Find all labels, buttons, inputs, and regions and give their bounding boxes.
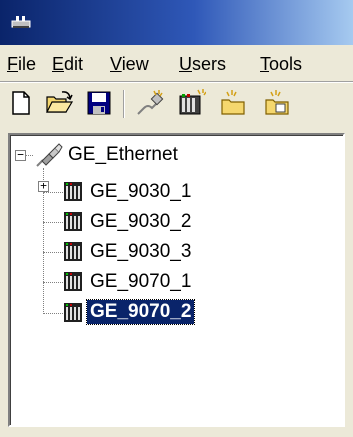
tree-connector (43, 222, 63, 224)
menu-file[interactable]: File (7, 54, 36, 75)
device-expand-toggle[interactable]: + (38, 180, 49, 192)
tree-connector (43, 192, 63, 194)
new-document-icon[interactable] (6, 88, 36, 118)
ethernet-channel-icon (36, 143, 63, 167)
tree-connector (43, 313, 63, 315)
menu-users-rest: sers (192, 54, 227, 74)
menu-edit[interactable]: Edit (52, 54, 83, 75)
tree-connector (43, 252, 63, 254)
toolbar (0, 84, 353, 124)
plc-device-icon (64, 182, 82, 201)
save-icon[interactable] (84, 88, 114, 118)
title-bar[interactable] (0, 0, 353, 45)
plc-device-icon (64, 212, 82, 231)
root-collapse-toggle[interactable]: − (15, 149, 26, 161)
menu-users-accel: U (179, 54, 192, 74)
open-folder-icon[interactable] (44, 88, 74, 118)
tree-node-device-label: GE_9030_1 (90, 181, 192, 202)
channel-tree-panel[interactable]: − GE_Ethernet + GE_9030_1 GE_9030_2 GE_9… (8, 133, 345, 427)
menu-view-rest: iew (121, 54, 149, 74)
tree-node-device-label: GE_9070_1 (90, 271, 192, 292)
plc-device-icon (64, 303, 82, 322)
menu-bar: File Edit View Users Tools (0, 48, 353, 80)
channel-tree: − GE_Ethernet + GE_9030_1 GE_9030_2 GE_9… (10, 135, 343, 425)
tree-node-device-label: GE_9070_2 (85, 299, 196, 325)
app-icon (11, 16, 31, 28)
new-group-icon[interactable] (218, 88, 248, 118)
add-item-icon[interactable] (262, 88, 292, 118)
menu-users[interactable]: Users (179, 54, 226, 75)
toolbar-separator (123, 90, 125, 118)
menu-tools-rest: ools (269, 54, 303, 74)
add-device-icon[interactable] (176, 88, 206, 118)
tree-node-device-label: GE_9030_3 (90, 241, 192, 262)
tree-node-root-label: GE_Ethernet (68, 144, 178, 165)
tree-connector (43, 282, 63, 284)
menu-view[interactable]: View (110, 54, 149, 75)
menu-edit-accel: E (52, 54, 65, 74)
menu-file-accel: F (7, 54, 18, 74)
menu-tools-accel: T (260, 54, 269, 74)
add-channel-icon[interactable] (134, 88, 164, 118)
app-window: File Edit View Users Tools − GE_Ethernet… (0, 0, 353, 437)
menu-file-rest: ile (18, 54, 37, 74)
menu-tools[interactable]: Tools (260, 54, 302, 75)
menu-view-accel: V (110, 54, 122, 74)
menu-edit-rest: dit (64, 54, 84, 74)
plc-device-icon (64, 242, 82, 261)
tree-node-device-label: GE_9030_2 (90, 211, 192, 232)
plc-device-icon (64, 272, 82, 291)
tree-connector (26, 155, 33, 157)
menu-separator-highlight (0, 82, 353, 83)
